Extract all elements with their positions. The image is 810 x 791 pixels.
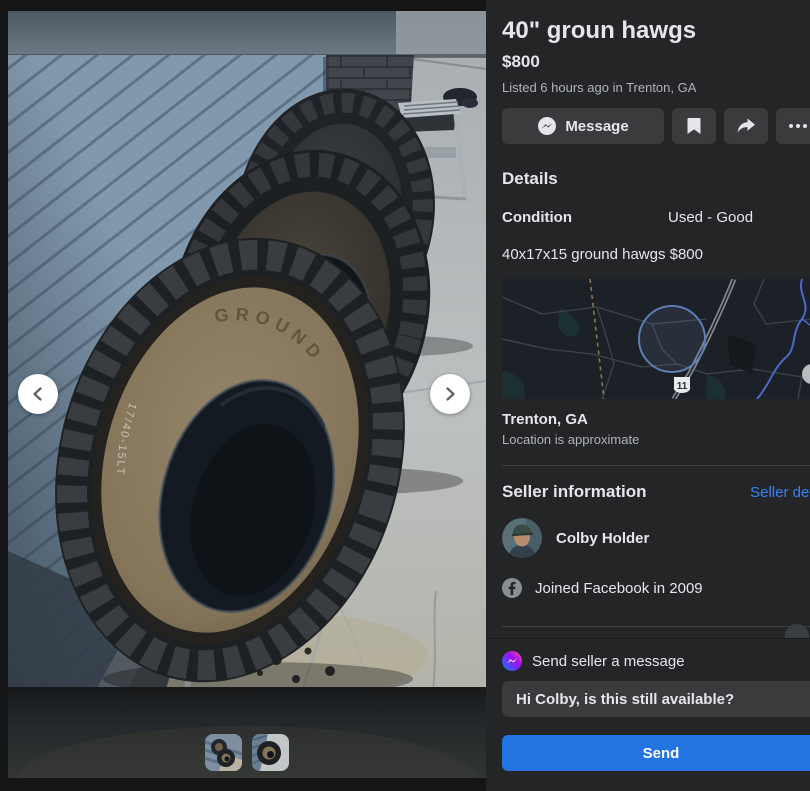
section-divider	[502, 626, 810, 627]
bookmark-icon	[686, 117, 702, 135]
location-map: 11	[502, 279, 810, 399]
more-options-button[interactable]	[776, 108, 810, 144]
condition-value: Used - Good	[668, 209, 753, 226]
save-button[interactable]	[672, 108, 716, 144]
section-divider	[502, 465, 810, 466]
seller-name: Colby Holder	[556, 530, 649, 547]
location-name: Trenton, GA	[502, 411, 810, 428]
listing-description: 40x17x15 ground hawgs $800	[502, 246, 810, 263]
chevron-right-icon	[441, 385, 459, 403]
messenger-icon	[537, 116, 557, 136]
route-shield: 11	[674, 377, 690, 393]
seller-heading-row: Seller information Seller details	[502, 482, 810, 502]
message-compose-footer: Send seller a message Send	[486, 638, 810, 791]
share-button[interactable]	[724, 108, 768, 144]
listing-details-panel: 40" groun hawgs $800 Listed 6 hours ago …	[486, 0, 810, 791]
seller-joined-text: Joined Facebook in 2009	[535, 580, 703, 597]
map-image: 11	[502, 279, 810, 399]
photo-thumbnails	[205, 734, 289, 771]
next-photo-button[interactable]	[430, 374, 470, 414]
chevron-left-icon	[29, 385, 47, 403]
listing-title: 40" groun hawgs	[502, 18, 810, 44]
svg-text:11: 11	[677, 381, 688, 392]
listing-price: $800	[502, 52, 810, 72]
send-button[interactable]: Send	[502, 735, 810, 771]
message-input[interactable]	[502, 681, 810, 717]
details-heading: Details	[502, 169, 810, 189]
condition-label: Condition	[502, 209, 668, 226]
compose-prompt-row: Send seller a message	[502, 651, 810, 671]
location-approximate-note: Location is approximate	[502, 432, 810, 447]
seller-avatar	[502, 518, 542, 558]
previous-photo-button[interactable]	[18, 374, 58, 414]
action-bar: Message	[502, 108, 810, 144]
listing-meta: Listed 6 hours ago in Trenton, GA	[502, 80, 810, 95]
compose-prompt: Send seller a message	[532, 653, 685, 670]
listing-photo-stage: GROUND 17/40-15LT	[8, 11, 486, 778]
photo-thumbnail-1[interactable]	[205, 734, 242, 771]
more-icon	[789, 124, 807, 128]
seller-information-heading: Seller information	[502, 482, 647, 502]
listing-photo: GROUND 17/40-15LT	[8, 11, 486, 778]
seller-joined-row: Joined Facebook in 2009	[502, 578, 810, 598]
thumbnail-2-image	[252, 734, 289, 771]
thumbnail-1-image	[205, 734, 242, 771]
seller-details-link[interactable]: Seller details	[750, 484, 810, 501]
condition-row: Condition Used - Good	[502, 209, 810, 226]
seller-profile-row[interactable]: Colby Holder	[502, 518, 810, 558]
photo-thumbnail-2[interactable]	[252, 734, 289, 771]
messenger-gradient-icon	[502, 651, 522, 671]
message-button-label: Message	[565, 118, 628, 135]
share-icon	[736, 117, 756, 135]
facebook-icon	[502, 578, 522, 598]
message-button[interactable]: Message	[502, 108, 664, 144]
